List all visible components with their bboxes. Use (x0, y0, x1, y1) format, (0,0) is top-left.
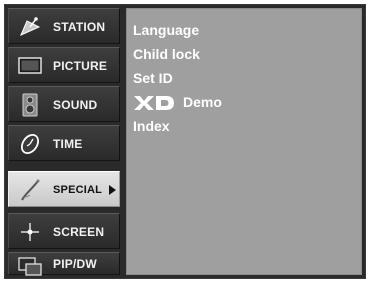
main-menu-sidebar: STATION PICTURE SOUND TIME SPECIAL SCREE… (8, 8, 120, 276)
sidebar-item-time[interactable]: TIME (8, 125, 120, 161)
speaker-icon (17, 92, 43, 118)
sidebar-item-sound[interactable]: SOUND (8, 86, 120, 122)
sidebar-item-station[interactable]: STATION (8, 8, 120, 44)
menu-option-child-lock[interactable]: Child lock (133, 43, 200, 65)
xd-logo-icon (134, 96, 174, 111)
sidebar-item-label: STATION (53, 20, 106, 34)
clock-icon (17, 131, 43, 157)
pip-windows-icon (17, 254, 43, 280)
sidebar-item-special[interactable]: SPECIAL (8, 171, 120, 207)
crosshair-icon (17, 219, 43, 245)
chevron-right-icon (109, 185, 116, 195)
sidebar-item-picture[interactable]: PICTURE (8, 47, 120, 83)
sidebar-item-label: TIME (53, 137, 83, 151)
monitor-icon (17, 53, 43, 79)
special-submenu-panel: Language Child lock Set ID Demo Index (126, 8, 362, 275)
menu-option-set-id[interactable]: Set ID (133, 67, 173, 89)
menu-option-language[interactable]: Language (133, 19, 199, 41)
sidebar-item-label: SPECIAL (53, 184, 103, 196)
osd-menu: STATION PICTURE SOUND TIME SPECIAL SCREE… (4, 4, 366, 279)
sidebar-item-label: SCREEN (53, 225, 105, 239)
sidebar-item-screen[interactable]: SCREEN (8, 213, 120, 249)
wand-icon (17, 177, 43, 203)
menu-option-xd-demo[interactable]: Demo (133, 91, 222, 113)
sidebar-item-label: PICTURE (53, 59, 108, 73)
sidebar-item-label: PIP/DW (53, 257, 97, 271)
sidebar-item-label: SOUND (53, 98, 98, 112)
menu-option-index[interactable]: Index (133, 115, 170, 137)
sidebar-item-pip-dw[interactable]: PIP/DW (8, 252, 120, 276)
satellite-dish-icon (17, 14, 43, 40)
